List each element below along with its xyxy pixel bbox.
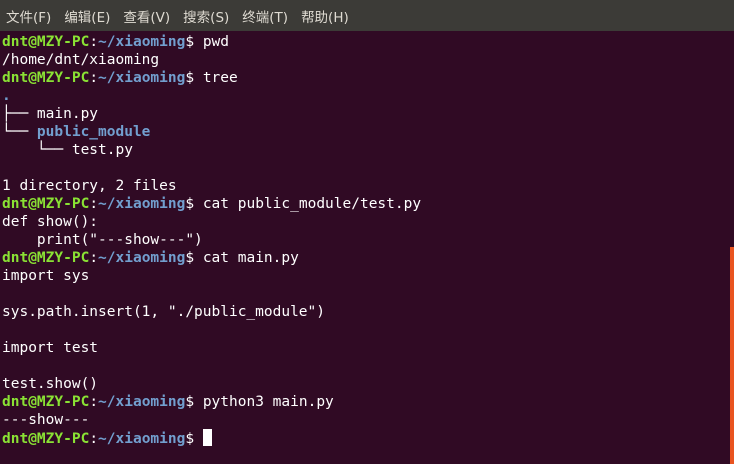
menu-item-5[interactable]: 帮助(H): [301, 6, 349, 26]
prompt-symbol: $: [185, 250, 203, 266]
prompt-separator: :: [89, 431, 99, 447]
output-line: def show():: [2, 213, 98, 231]
output-line: .: [2, 87, 11, 105]
output-line: └── test.py: [2, 141, 133, 159]
menu-item-4[interactable]: 终端(T): [242, 6, 288, 26]
prompt-user-host: dnt@MZY-PC: [2, 70, 90, 86]
output-text: test.show(): [2, 376, 99, 392]
terminal-output[interactable]: dnt@MZY-PC:~/xiaoming$ pwd/home/dnt/xiao…: [0, 31, 726, 464]
output-line: sys.path.insert(1, "./public_module"): [2, 303, 325, 321]
scroll-thumb[interactable]: [730, 247, 734, 464]
output-line: print("---show---"): [2, 231, 203, 249]
menu-item-2[interactable]: 查看(V): [123, 6, 170, 26]
tree-directory-name: public_module: [36, 124, 151, 140]
prompt-path: ~/xiaoming: [98, 34, 186, 50]
prompt-path: ~/xiaoming: [98, 394, 186, 410]
menu-item-3[interactable]: 搜索(S): [183, 6, 229, 26]
scrollbar[interactable]: [726, 31, 734, 464]
prompt-path: ~/xiaoming: [98, 250, 186, 266]
output-text: /home/dnt/xiaoming: [2, 52, 160, 68]
output-text: ├── main.py: [2, 106, 99, 122]
prompt-symbol: $: [185, 196, 203, 212]
prompt-line: dnt@MZY-PC:~/xiaoming$ cat main.py: [2, 249, 299, 267]
output-line: test.show(): [2, 375, 98, 393]
prompt-path: ~/xiaoming: [98, 196, 186, 212]
output-line: import sys: [2, 267, 89, 285]
output-line: /home/dnt/xiaoming: [2, 51, 159, 69]
prompt-symbol: $: [185, 34, 203, 50]
output-line: └── public_module: [2, 123, 150, 141]
prompt-symbol: $: [185, 431, 203, 447]
prompt-symbol: $: [185, 394, 203, 410]
command-text: pwd: [202, 34, 230, 50]
text-cursor: [202, 429, 212, 446]
output-text: ---show---: [2, 412, 90, 428]
prompt-user-host: dnt@MZY-PC: [2, 250, 90, 266]
output-text: import test: [2, 340, 99, 356]
prompt-symbol: $: [185, 70, 203, 86]
output-text: def show():: [2, 214, 99, 230]
prompt-user-host: dnt@MZY-PC: [2, 431, 90, 447]
output-text: .: [2, 88, 11, 104]
output-line: ├── main.py: [2, 105, 98, 123]
output-text: └── test.py: [2, 142, 133, 158]
output-text: sys.path.insert(1, "./public_module"): [2, 304, 326, 320]
prompt-path: ~/xiaoming: [98, 431, 186, 447]
prompt-line: dnt@MZY-PC:~/xiaoming$ python3 main.py: [2, 393, 334, 411]
prompt-line: dnt@MZY-PC:~/xiaoming$ pwd: [2, 33, 229, 51]
output-line: ---show---: [2, 411, 89, 429]
prompt-user-host: dnt@MZY-PC: [2, 196, 90, 212]
prompt-path: ~/xiaoming: [98, 70, 186, 86]
command-text: cat public_module/test.py: [202, 196, 422, 212]
prompt-line: dnt@MZY-PC:~/xiaoming$ tree: [2, 69, 238, 87]
prompt-user-host: dnt@MZY-PC: [2, 394, 90, 410]
output-line: 1 directory, 2 files: [2, 177, 177, 195]
output-line: import test: [2, 339, 98, 357]
prompt-separator: :: [89, 394, 99, 410]
command-text: cat main.py: [202, 250, 299, 266]
prompt-separator: :: [89, 70, 99, 86]
menu-item-0[interactable]: 文件(F): [6, 6, 51, 26]
output-text: print("---show---"): [2, 232, 203, 248]
menu-bar: 文件(F) 编辑(E) 查看(V) 搜索(S) 终端(T) 帮助(H): [0, 0, 734, 31]
output-text: 1 directory, 2 files: [2, 178, 177, 194]
command-text: python3 main.py: [202, 394, 334, 410]
prompt-separator: :: [89, 196, 99, 212]
prompt-line: dnt@MZY-PC:~/xiaoming$ cat public_module…: [2, 195, 421, 213]
prompt-separator: :: [89, 34, 99, 50]
output-text: import sys: [2, 268, 90, 284]
tree-branch: └──: [2, 124, 37, 140]
prompt-separator: :: [89, 250, 99, 266]
prompt-user-host: dnt@MZY-PC: [2, 34, 90, 50]
prompt-line: dnt@MZY-PC:~/xiaoming$: [2, 429, 212, 447]
menu-item-1[interactable]: 编辑(E): [64, 6, 110, 26]
command-text: tree: [202, 70, 238, 86]
